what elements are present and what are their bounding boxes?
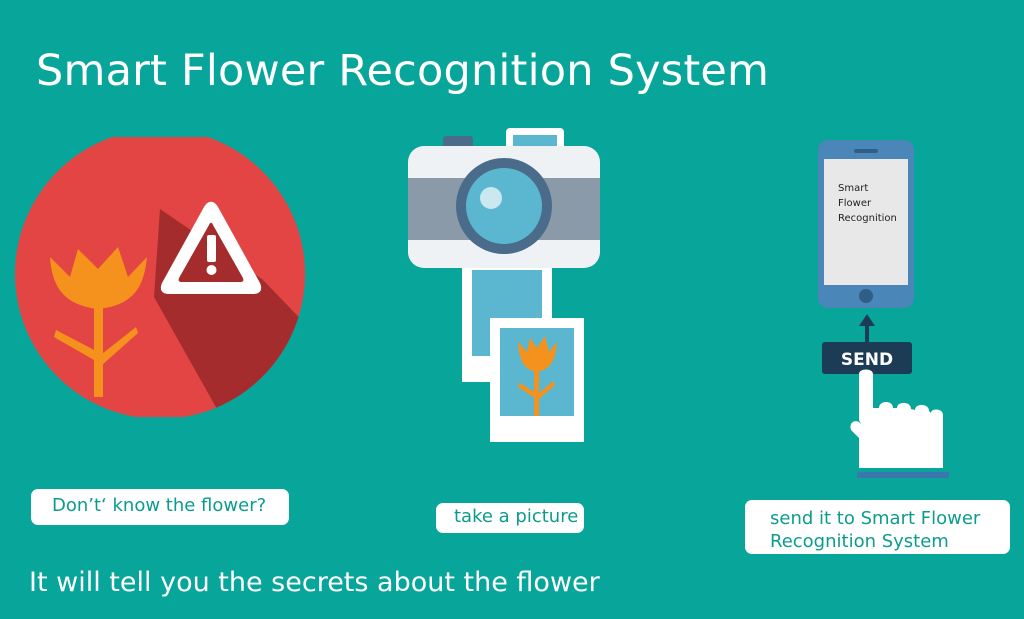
footer-tagline: It will tell you the secrets about the f…: [29, 567, 600, 598]
caption-step-3-line2: Recognition System: [770, 531, 949, 552]
send-button-label: SEND: [841, 350, 893, 370]
phone-screen-line3: Recognition: [838, 213, 897, 224]
send-button: SEND: [822, 342, 912, 374]
arrow-up-icon: [859, 314, 875, 342]
caption-step-2: take a picture: [436, 503, 584, 533]
camera-icon: [408, 128, 600, 268]
phone-icon: Smart Flower Recognition: [818, 140, 914, 308]
phone-send-icon: Smart Flower Recognition SEND: [818, 140, 949, 478]
phone-screen-line2: Flower: [838, 198, 872, 209]
caption-step-3: send it to Smart Flower Recognition Syst…: [745, 500, 1010, 554]
caption-step-3-line1: send it to Smart Flower: [770, 508, 981, 529]
caption-step-1: Don’t‘ know the flower?: [31, 489, 289, 525]
phone-screen-line1: Smart: [838, 183, 868, 194]
hand-icon: [850, 369, 949, 478]
caption-step-2-text: take a picture: [454, 506, 579, 527]
photo-icon: [490, 318, 584, 442]
camera-photo-icon: [408, 128, 600, 442]
caption-step-1-text: Don’t‘ know the flower?: [52, 495, 267, 516]
page-title: Smart Flower Recognition System: [36, 46, 770, 96]
flower-warning-icon: [15, 137, 305, 417]
